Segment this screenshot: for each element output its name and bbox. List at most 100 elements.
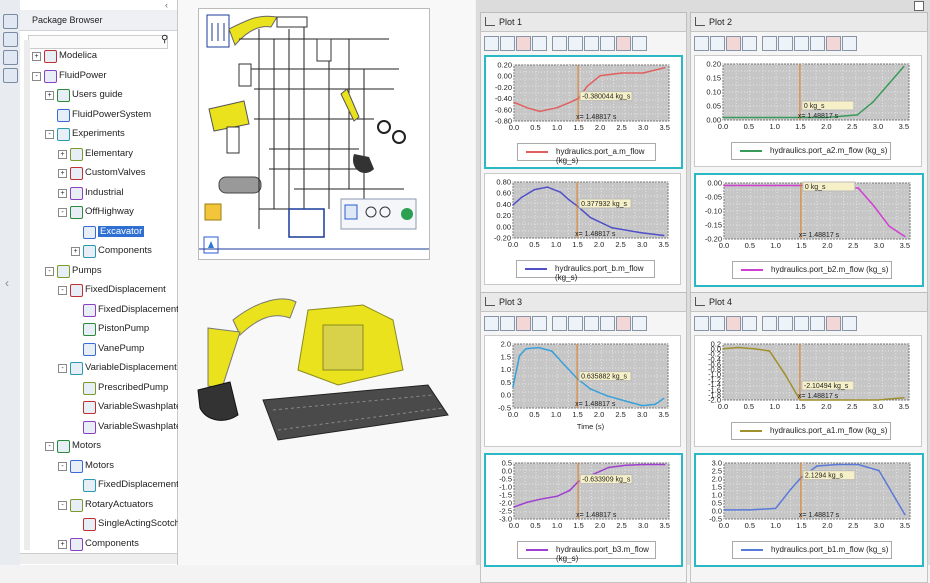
table-icon[interactable]: [810, 316, 825, 331]
layout-icon[interactable]: [584, 316, 599, 331]
tab-plot-1[interactable]: Plot 1: [480, 12, 687, 32]
delete-icon[interactable]: [726, 316, 741, 331]
back-icon[interactable]: [552, 36, 567, 51]
tree-item[interactable]: + Components: [20, 536, 177, 553]
tree-item[interactable]: - FixedDisplacement: [20, 282, 177, 299]
excavator-diagram[interactable]: [198, 8, 430, 260]
plot-frame[interactable]: 0.0 0.5 1.0 1.5 2.0 2.5 3.0 3.5 3.0 2.5 2.0 1.5 1.0 0…: [694, 453, 924, 567]
export-icon[interactable]: [842, 316, 857, 331]
tree-item[interactable]: PistonPump: [20, 321, 177, 338]
clear-icon[interactable]: [742, 316, 757, 331]
zoom-icon[interactable]: [484, 316, 499, 331]
expand-icon[interactable]: +: [58, 188, 67, 198]
expand-icon[interactable]: +: [71, 247, 80, 256]
collapse-icon[interactable]: -: [58, 500, 67, 510]
horizontal-scrollbar[interactable]: [20, 553, 177, 564]
tree-item[interactable]: PrescribedPump: [20, 380, 177, 397]
tree-item[interactable]: - Motors: [20, 438, 177, 455]
collapse-icon[interactable]: -: [45, 266, 54, 276]
tree-item[interactable]: - RotaryActuators: [20, 497, 177, 514]
tree-item[interactable]: + Industrial: [20, 185, 177, 202]
plot-frame[interactable]: 0.0 0.5 1.0 1.5 2.0 2.5 3.0 3.5 0.5 0.0 -0.5 -1.0 -1…: [484, 453, 683, 567]
layout-icon[interactable]: [794, 36, 809, 51]
pan-icon[interactable]: [500, 316, 515, 331]
clear-icon[interactable]: [532, 36, 547, 51]
tab-plot-3[interactable]: Plot 3: [480, 292, 687, 312]
tree-item[interactable]: FixedDisplacementM: [20, 477, 187, 494]
vertical-scrollbar[interactable]: [24, 40, 30, 550]
collapse-arrow-icon[interactable]: ‹: [5, 276, 9, 290]
tree-item[interactable]: - Motors: [20, 458, 177, 475]
collapse-icon[interactable]: -: [58, 364, 67, 373]
expand-icon[interactable]: +: [58, 149, 67, 159]
copy-icon[interactable]: [568, 316, 583, 331]
tab-plot-4[interactable]: Plot 4: [690, 292, 928, 312]
tree-item[interactable]: + CustomValves: [20, 165, 177, 182]
collapse-icon[interactable]: -: [32, 71, 41, 81]
export-icon[interactable]: [632, 36, 647, 51]
tree-item[interactable]: + Components: [20, 243, 177, 260]
plot-frame[interactable]: 0.0 0.5 1.0 1.5 2.0 2.5 3.0 3.5 2.0 1.5 1.0 0.5 0.0-…: [484, 335, 681, 447]
export-icon[interactable]: [842, 36, 857, 51]
collapse-icon[interactable]: -: [58, 286, 67, 295]
tree-item[interactable]: - OffHighway: [20, 204, 177, 221]
tab-plot-2[interactable]: Plot 2: [690, 12, 928, 32]
tree-item[interactable]: - FluidPower: [20, 68, 177, 85]
search-input[interactable]: [28, 35, 168, 49]
close-plot-icon[interactable]: [826, 36, 841, 51]
tree-item[interactable]: + Modelica: [20, 48, 177, 65]
table-icon[interactable]: [600, 316, 615, 331]
zoom-icon[interactable]: [694, 36, 709, 51]
search-icon[interactable]: ⚲: [161, 34, 168, 45]
delete-icon[interactable]: [726, 36, 741, 51]
panel-collapse-icon[interactable]: ‹: [165, 0, 168, 10]
expand-icon[interactable]: +: [58, 539, 67, 549]
table-icon[interactable]: [810, 36, 825, 51]
close-plot-icon[interactable]: [616, 36, 631, 51]
plot-frame[interactable]: 0.0 0.5 1.0 1.5 2.0 2.5 3.0 3.5 0.20 0.15 0.10 0.05…: [694, 55, 922, 167]
tree-item[interactable]: VariableSwashplate: [20, 399, 181, 416]
layout-icon[interactable]: [584, 36, 599, 51]
clear-icon[interactable]: [742, 36, 757, 51]
plot-frame[interactable]: 0.0 0.5 1.0 1.5 2.0 2.5 3.0 3.5 0.20 0.00 -0.20 -0.…: [484, 55, 683, 169]
collapse-icon[interactable]: -: [45, 442, 54, 451]
library-icon[interactable]: [3, 14, 18, 29]
plot-frame[interactable]: 0.0 0.5 1.0 1.5 2.0 2.5 3.0 3.5 0.80 0.60 0.40 0.20…: [484, 173, 681, 285]
collapse-icon[interactable]: -: [58, 208, 67, 217]
expand-icon[interactable]: +: [32, 52, 41, 61]
back-icon[interactable]: [552, 316, 567, 331]
export-icon[interactable]: [632, 316, 647, 331]
back-icon[interactable]: [762, 316, 777, 331]
tree-item[interactable]: FixedDisplacementP: [20, 302, 185, 319]
pan-icon[interactable]: [500, 36, 515, 51]
diagram-icon[interactable]: [3, 50, 18, 65]
expand-icon[interactable]: +: [58, 169, 67, 178]
delete-icon[interactable]: [516, 36, 531, 51]
pan-icon[interactable]: [710, 36, 725, 51]
tree-item[interactable]: SingleActingScotchY: [20, 516, 186, 533]
tree-item[interactable]: VariableSwashplate: [20, 419, 181, 436]
plot-icon[interactable]: [3, 68, 18, 83]
copy-icon[interactable]: [568, 36, 583, 51]
zoom-icon[interactable]: [694, 316, 709, 331]
tree-item[interactable]: Excavator: [20, 224, 177, 241]
tree-item[interactable]: VanePump: [20, 341, 177, 358]
expand-icon[interactable]: +: [45, 91, 54, 100]
tree-item[interactable]: - Pumps: [20, 263, 177, 280]
excavator-3d-view[interactable]: [178, 290, 475, 460]
line-chart[interactable]: 0.0 0.5 1.0 1.5 2.0 2.5 3.0 3.52.01.51.00.50.0-…: [485, 336, 680, 446]
plot-frame[interactable]: 0.0 0.5 1.0 1.5 2.0 2.5 3.0 3.5 0.2 0.0 -0.2 -0.4 -0…: [694, 335, 922, 447]
plot-frame[interactable]: 0.0 0.5 1.0 1.5 2.0 2.5 3.0 3.5 0.00 -0.05 -0.10 -0…: [694, 173, 924, 287]
close-plot-icon[interactable]: [616, 316, 631, 331]
clear-icon[interactable]: [532, 316, 547, 331]
model-icon[interactable]: [3, 32, 18, 47]
collapse-icon[interactable]: -: [45, 130, 54, 139]
zoom-icon[interactable]: [484, 36, 499, 51]
tree-item[interactable]: - Experiments: [20, 126, 177, 143]
maximize-icon[interactable]: [914, 1, 924, 11]
pan-icon[interactable]: [710, 316, 725, 331]
close-plot-icon[interactable]: [826, 316, 841, 331]
copy-icon[interactable]: [778, 36, 793, 51]
copy-icon[interactable]: [778, 316, 793, 331]
delete-icon[interactable]: [516, 316, 531, 331]
